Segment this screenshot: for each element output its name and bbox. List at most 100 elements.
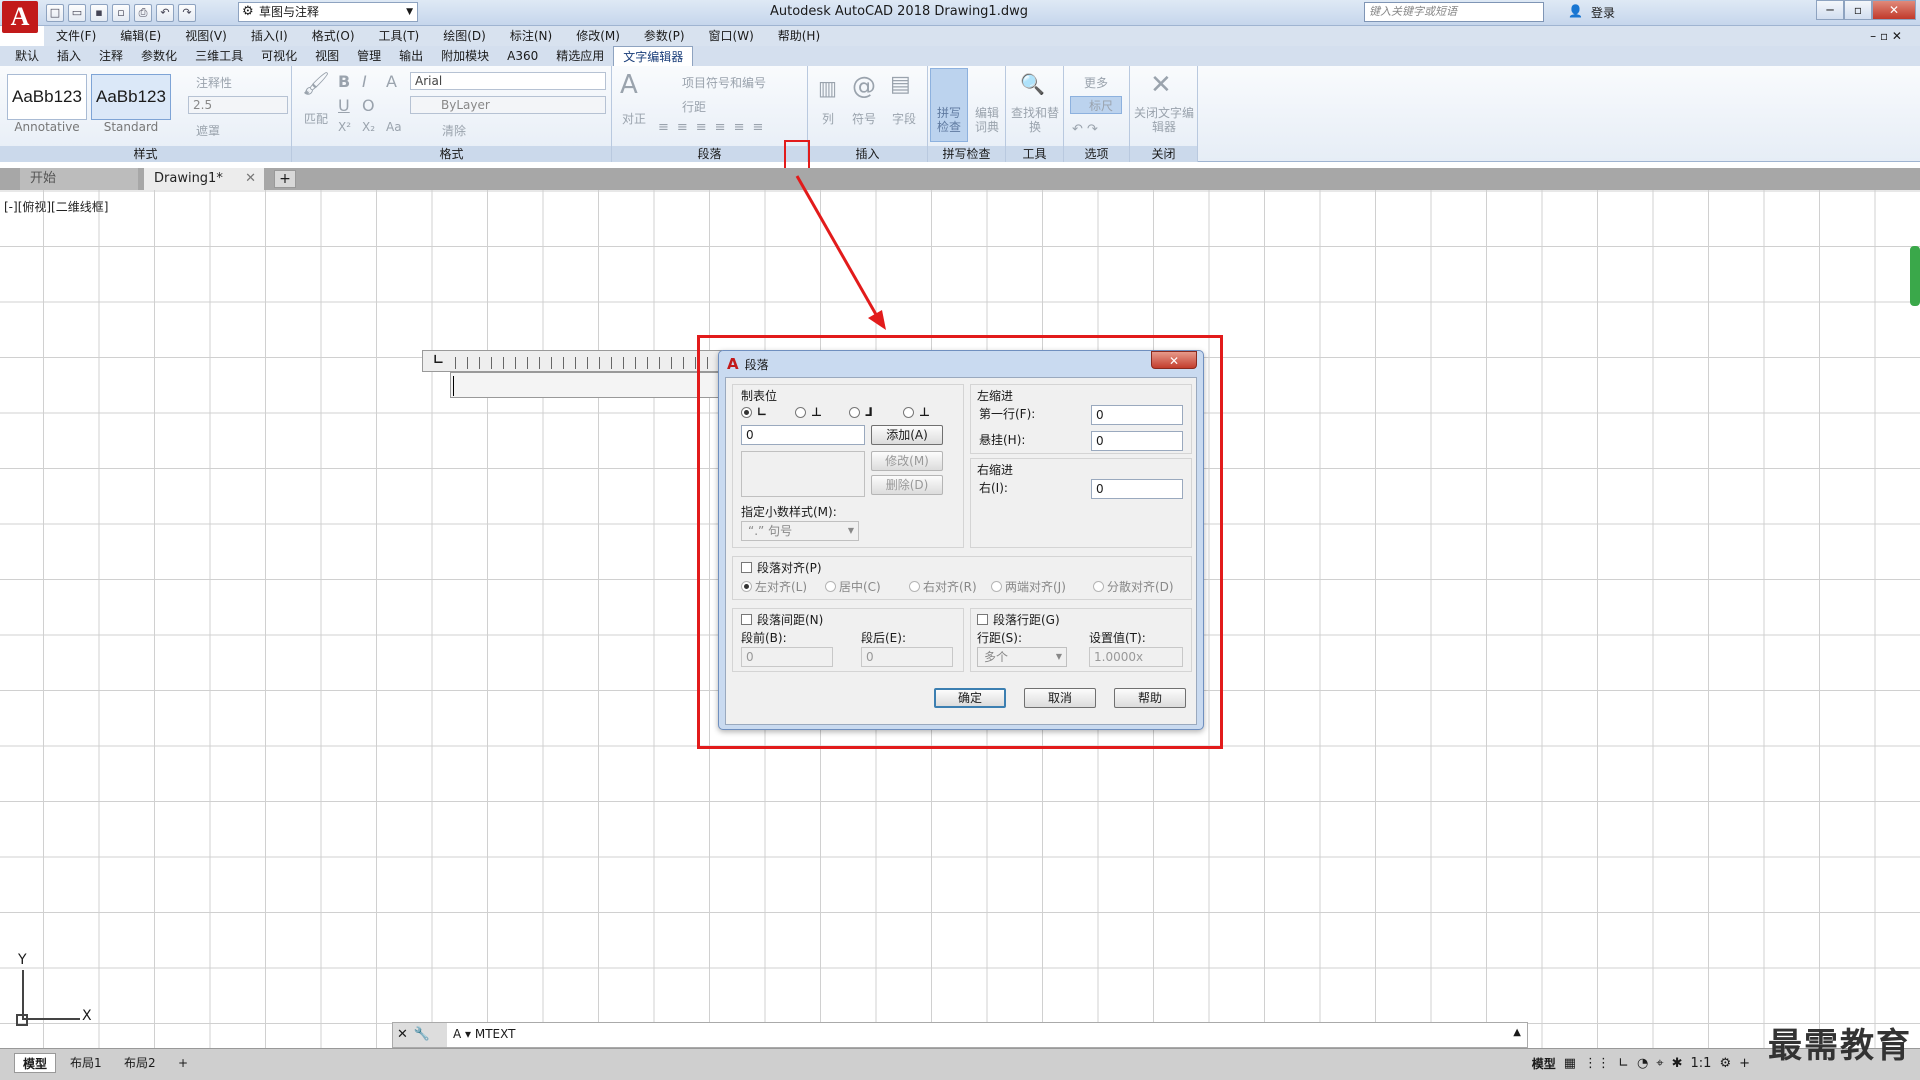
tab-addins[interactable]: 附加模块: [432, 46, 498, 66]
delete-tab-button[interactable]: 删除(D): [871, 475, 943, 495]
close-editor-icon[interactable]: ✕: [1150, 70, 1172, 100]
tab-visualize[interactable]: 可视化: [252, 46, 306, 66]
model-space-toggle[interactable]: 模型: [1532, 1055, 1556, 1072]
field-icon[interactable]: ▤: [890, 72, 911, 97]
snap-icon[interactable]: ⋮⋮: [1584, 1056, 1610, 1071]
clear-button[interactable]: 清除: [442, 122, 466, 139]
bullets-button[interactable]: 项目符号和编号: [682, 74, 766, 91]
symbol-icon[interactable]: @: [852, 72, 876, 100]
chevron-up-icon[interactable]: ▲: [1513, 1027, 1521, 1038]
align-justify-radio[interactable]: [991, 581, 1002, 592]
align-distribute-radio[interactable]: [1093, 581, 1104, 592]
tab-annotate[interactable]: 注释: [90, 46, 132, 66]
after-input[interactable]: 0: [861, 647, 953, 667]
tab-featured-apps[interactable]: 精选应用: [547, 46, 613, 66]
find-replace-icon[interactable]: 🔍: [1020, 72, 1045, 96]
strikethrough-icon[interactable]: A: [386, 72, 397, 91]
columns-icon[interactable]: ▥: [818, 76, 837, 100]
ruler-toggle[interactable]: 标尺: [1070, 96, 1122, 114]
line-spacing-checkbox[interactable]: [977, 614, 988, 625]
tab-stops-list[interactable]: [741, 451, 865, 497]
add-tab-button[interactable]: 添加(A): [871, 425, 943, 445]
tab-center-radio[interactable]: [795, 407, 806, 418]
tab-parametric[interactable]: 参数化: [132, 46, 186, 66]
paragraph-align-icons[interactable]: ≡≡≡≡≡≡: [658, 120, 771, 135]
subscript-icon[interactable]: X₂: [362, 120, 375, 134]
right-indent-input[interactable]: 0: [1091, 479, 1183, 499]
style-sample-standard[interactable]: AaBb123: [91, 74, 171, 120]
menu-insert[interactable]: 插入(I): [239, 26, 300, 46]
font-selector[interactable]: Arial: [410, 72, 606, 90]
grid-icon[interactable]: ▦: [1564, 1056, 1576, 1071]
menu-modify[interactable]: 修改(M): [564, 26, 632, 46]
dialog-close-button[interactable]: ✕: [1151, 351, 1197, 369]
bold-icon[interactable]: B: [338, 72, 350, 91]
spacing-type-select[interactable]: 多个 ▼: [977, 647, 1067, 667]
mtext-ruler[interactable]: ∟: [422, 350, 722, 372]
new-icon[interactable]: □: [46, 4, 64, 22]
paragraph-dialog-launcher[interactable]: [784, 140, 810, 170]
line-spacing-button[interactable]: 行距: [682, 98, 706, 115]
underline-icon[interactable]: U: [338, 96, 350, 115]
decimal-style-select[interactable]: “.” 句号 ▼: [741, 521, 859, 541]
align-center-radio[interactable]: [825, 581, 836, 592]
more-button[interactable]: 更多: [1084, 74, 1108, 91]
plus-icon[interactable]: +: [1739, 1056, 1750, 1071]
ortho-icon[interactable]: ∟: [1618, 1056, 1629, 1071]
new-tab-button[interactable]: +: [274, 170, 296, 188]
tab-3d-tools[interactable]: 三维工具: [186, 46, 252, 66]
mdi-controls[interactable]: – ▫ ✕: [1858, 26, 1914, 46]
tab-drawing1[interactable]: Drawing1* ✕: [144, 168, 264, 190]
login-label[interactable]: 登录: [1591, 4, 1615, 21]
menu-help[interactable]: 帮助(H): [766, 26, 832, 46]
save-as-icon[interactable]: ▫: [112, 4, 130, 22]
align-left-radio[interactable]: [741, 581, 752, 592]
maximize-button[interactable]: ▫: [1844, 0, 1872, 20]
before-input[interactable]: 0: [741, 647, 833, 667]
superscript-icon[interactable]: X²: [338, 120, 351, 134]
workspace-selector[interactable]: ⚙ 草图与注释 ▼: [238, 2, 418, 22]
print-icon[interactable]: ⎙: [134, 4, 152, 22]
ok-button[interactable]: 确定: [934, 688, 1006, 708]
save-icon[interactable]: ▪: [90, 4, 108, 22]
tab-output[interactable]: 输出: [390, 46, 432, 66]
text-height-field[interactable]: 2.5: [188, 96, 288, 114]
justify-icon[interactable]: A: [620, 70, 638, 100]
undo-icon[interactable]: ↶: [156, 4, 174, 22]
application-menu-button[interactable]: A: [2, 1, 38, 33]
scale-label[interactable]: 1:1: [1691, 1056, 1712, 1071]
command-line[interactable]: ✕ 🔧 A ▾ MTEXT ▲: [392, 1022, 1528, 1048]
close-icon[interactable]: ✕: [397, 1023, 408, 1047]
cancel-button[interactable]: 取消: [1024, 688, 1096, 708]
spacing-value-input[interactable]: 1.0000x: [1089, 647, 1183, 667]
polar-icon[interactable]: ◔: [1637, 1056, 1648, 1071]
gear-icon[interactable]: ⚙: [1719, 1056, 1731, 1071]
italic-icon[interactable]: I: [362, 72, 367, 91]
tab-default[interactable]: 默认: [6, 46, 48, 66]
menu-window[interactable]: 窗口(W): [697, 26, 766, 46]
tab-insert[interactable]: 插入: [48, 46, 90, 66]
menu-dimension[interactable]: 标注(N): [498, 26, 564, 46]
mask-button[interactable]: 遮罩: [196, 122, 220, 139]
menu-tools[interactable]: 工具(T): [367, 26, 432, 46]
mtext-editor[interactable]: [450, 372, 720, 398]
minimize-button[interactable]: ─: [1816, 0, 1844, 20]
menu-format[interactable]: 格式(O): [300, 26, 367, 46]
hanging-input[interactable]: 0: [1091, 431, 1183, 451]
osnap-icon[interactable]: ⌖: [1656, 1056, 1663, 1071]
tab-text-editor[interactable]: 文字编辑器: [613, 46, 694, 66]
help-button[interactable]: 帮助: [1114, 688, 1186, 708]
style-sample-annotative[interactable]: AaBb123: [7, 74, 87, 120]
search-input[interactable]: 键入关键字或短语: [1364, 2, 1544, 22]
tab-right-radio[interactable]: [849, 407, 860, 418]
viewport-controls[interactable]: [-][俯视][二维线框]: [4, 198, 108, 215]
tab-decimal-radio[interactable]: [903, 407, 914, 418]
tab-left-radio[interactable]: [741, 407, 752, 418]
match-icon[interactable]: 🖌: [302, 72, 330, 97]
annotative-toggle[interactable]: 注释性: [196, 74, 232, 91]
annotation-icon[interactable]: ✱: [1672, 1056, 1683, 1071]
tab-stop-input[interactable]: 0: [741, 425, 865, 445]
menu-parametric[interactable]: 参数(P): [632, 26, 697, 46]
menu-edit[interactable]: 编辑(E): [108, 26, 173, 46]
tab-manage[interactable]: 管理: [348, 46, 390, 66]
